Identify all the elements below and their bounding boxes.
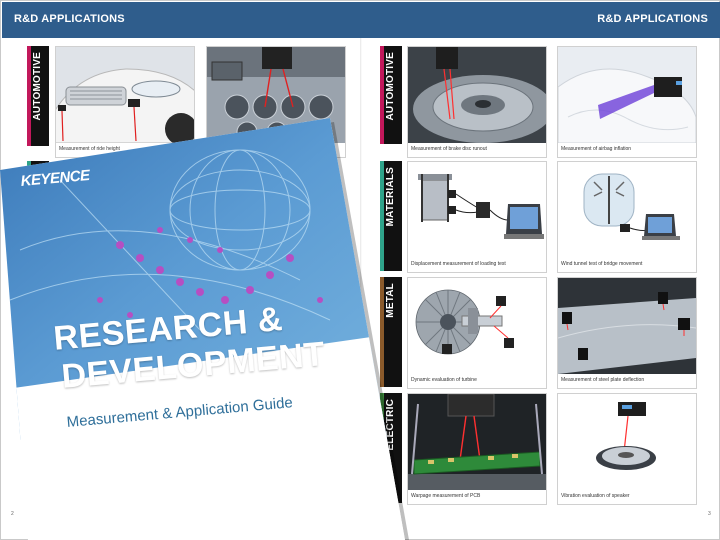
left-page-number: 2 xyxy=(11,511,14,517)
category-color-strip xyxy=(27,46,31,146)
application-cell-brake-disc: Measurement of brake disc runout xyxy=(407,46,547,158)
application-cell-loading-test: Displacement measurement of loading test xyxy=(407,161,547,273)
engine-photo xyxy=(207,47,345,143)
category-tab-automotive: AUTOMOTIVE xyxy=(27,46,49,146)
application-caption: Displacement measurement of loading test xyxy=(411,261,506,267)
category-label: MATERIALS xyxy=(385,167,396,227)
application-cell-airbag: Measurement of airbag inflation xyxy=(557,46,697,158)
application-caption: Measurement of steel plate deflection xyxy=(561,377,645,383)
application-caption: Measurement of airbag inflation xyxy=(561,146,632,152)
category-color-strip xyxy=(380,277,384,387)
brake-disc-photo xyxy=(408,47,546,143)
application-caption: Vibration evaluation of speaker xyxy=(561,493,630,499)
speaker-photo xyxy=(558,394,696,490)
application-cell-steel-plate: Measurement of steel plate deflection xyxy=(557,277,697,389)
loading-test-photo xyxy=(408,162,546,258)
category-color-strip xyxy=(27,393,31,501)
application-cell-ride-height: Measurement of ride height xyxy=(55,46,195,158)
category-tab-hidden xyxy=(27,393,49,501)
pcb-photo xyxy=(408,394,546,490)
airbag-photo xyxy=(558,47,696,143)
left-page-heading: R&D APPLICATIONS xyxy=(14,13,125,25)
application-caption: Measurement of brake disc runout xyxy=(411,146,487,152)
application-cell-engine xyxy=(206,46,346,158)
category-label: AUTOMOTIVE xyxy=(385,52,396,121)
category-label: AUTOMOTIVE xyxy=(32,52,43,121)
category-tab-materials: MATERIALS xyxy=(380,161,402,271)
application-cell-pcb: Warpage measurement of PCB xyxy=(407,393,547,505)
application-caption: Warpage measurement of PCB xyxy=(411,493,481,499)
application-cell-wind-tunnel: Wind tunnel test of bridge movement xyxy=(557,161,697,273)
page-fold xyxy=(360,38,362,540)
application-caption: Measurement of ride height xyxy=(59,146,120,152)
application-caption: Wind tunnel test of bridge movement xyxy=(561,261,643,267)
category-color-strip xyxy=(380,46,384,144)
category-color-strip xyxy=(380,393,384,503)
steel-plate-photo xyxy=(558,278,696,374)
category-label: ELECTRIC xyxy=(385,399,396,451)
right-page-number: 3 xyxy=(708,511,711,517)
turbine-photo xyxy=(408,278,546,374)
application-cell-speaker: Vibration evaluation of speaker xyxy=(557,393,697,505)
category-tab-electric: ELECTRIC xyxy=(380,393,402,503)
category-label: METAL xyxy=(385,283,396,318)
brochure-spread: R&D APPLICATIONS R&D APPLICATIONS AUTOMO… xyxy=(0,0,720,540)
header-bar: R&D APPLICATIONS R&D APPLICATIONS xyxy=(2,2,720,38)
right-page-heading: R&D APPLICATIONS xyxy=(597,13,708,25)
category-tab-metal: METAL xyxy=(380,277,402,387)
category-color-strip xyxy=(380,161,384,271)
application-cell-turbine: Dynamic evaluation of turbine xyxy=(407,277,547,389)
car-photo xyxy=(56,47,194,143)
wind-tunnel-photo xyxy=(558,162,696,258)
category-tab-automotive: AUTOMOTIVE xyxy=(380,46,402,144)
application-caption: Dynamic evaluation of turbine xyxy=(411,377,477,383)
